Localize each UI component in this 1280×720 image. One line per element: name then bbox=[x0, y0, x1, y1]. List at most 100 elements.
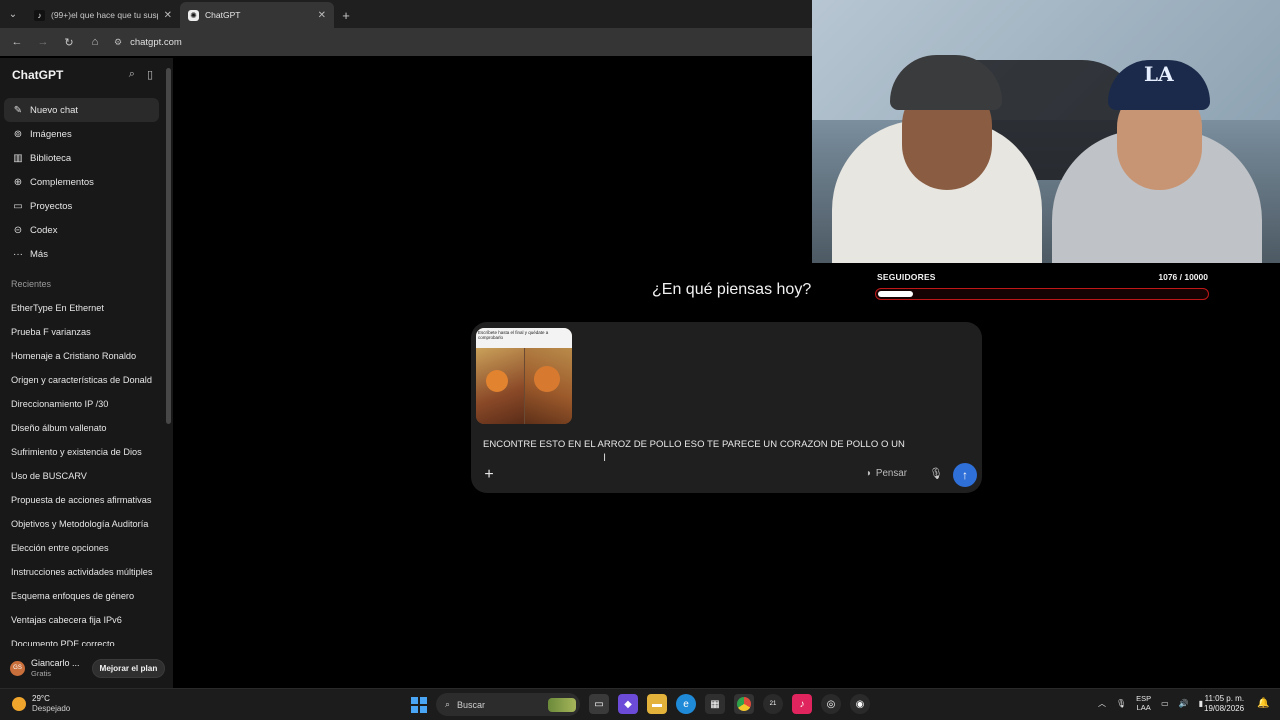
recent-chat-item[interactable]: Prueba F varianzas bbox=[11, 320, 153, 344]
followers-goal-widget: SEGUIDORES 1076 / 10000 bbox=[870, 270, 1212, 302]
recent-chat-item[interactable]: Propuesta de acciones afirmativas bbox=[11, 488, 153, 512]
account-plan: Gratis bbox=[31, 669, 52, 678]
taskbar: 29°C Despejado ⌕ Buscar ▭ ◆ ▬ e ▦ 21 ♪ ◎… bbox=[0, 688, 1280, 720]
file-explorer-icon[interactable]: ▬ bbox=[647, 694, 667, 714]
new-tab-button[interactable]: + bbox=[334, 2, 358, 28]
followers-progress-fill bbox=[878, 291, 913, 297]
recent-chat-item[interactable]: Sufrimiento y existencia de Dios bbox=[11, 440, 153, 464]
sidebar-item-images[interactable]: ⊚ Imágenes bbox=[4, 122, 159, 146]
image-icon: ⊚ bbox=[13, 128, 23, 140]
tab-title: ChatGPT bbox=[205, 10, 241, 20]
sidebar-scrollbar[interactable] bbox=[166, 68, 171, 424]
sidebar-item-more[interactable]: ··· Más bbox=[4, 242, 159, 266]
app-icon[interactable]: ◉ bbox=[850, 694, 870, 714]
search-icon[interactable]: ⌕ bbox=[129, 68, 135, 81]
edge-icon[interactable]: e bbox=[676, 694, 696, 714]
back-arrow-icon[interactable]: ← bbox=[6, 31, 28, 53]
recent-chat-item[interactable]: Documento PDF correcto bbox=[11, 632, 153, 646]
url-field[interactable]: ⚙ chatgpt.com bbox=[114, 37, 182, 48]
tiktok-icon[interactable]: ♪ bbox=[792, 694, 812, 714]
recent-chat-item[interactable]: Elección entre opciones bbox=[11, 536, 153, 560]
text-cursor-icon: I bbox=[603, 452, 607, 464]
battery-icon[interactable]: ▮ bbox=[1199, 699, 1203, 708]
recents-list: EtherType En Ethernet Prueba F varianzas… bbox=[11, 296, 153, 646]
recent-chat-item[interactable]: Objetivos y Metodología Auditoría bbox=[11, 512, 153, 536]
avatar[interactable]: GS bbox=[10, 660, 25, 676]
sidebar-item-apps[interactable]: ⊕ Complementos bbox=[4, 170, 159, 194]
composer[interactable]: Escríbete hasta el final y quédate a com… bbox=[471, 322, 982, 493]
tab-search-chevron-icon[interactable]: ⌄ bbox=[0, 0, 26, 28]
recent-chat-item[interactable]: Direccionamiento IP /30 bbox=[11, 392, 153, 416]
lightbulb-icon: ◑ bbox=[865, 468, 871, 479]
language-indicator[interactable]: ESP LAA bbox=[1136, 694, 1151, 712]
sidebar-item-projects[interactable]: ▭ Proyectos bbox=[4, 194, 159, 218]
recent-chat-item[interactable]: EtherType En Ethernet bbox=[11, 296, 153, 320]
upgrade-plan-button[interactable]: Mejorar el plan bbox=[91, 658, 166, 678]
sidebar-item-label: Nuevo chat bbox=[30, 104, 79, 116]
notification-bell-icon[interactable]: 🔔 bbox=[1257, 698, 1269, 709]
url-text: chatgpt.com bbox=[130, 36, 182, 48]
sun-icon bbox=[12, 696, 26, 711]
followers-progress-bar bbox=[875, 288, 1209, 300]
sidebar-item-new-chat[interactable]: ✎ Nuevo chat bbox=[4, 98, 159, 122]
library-icon: ▥ bbox=[13, 152, 23, 164]
attached-image-thumbnail[interactable]: Escríbete hasta el final y quédate a com… bbox=[476, 328, 572, 424]
add-attachment-button[interactable]: + bbox=[481, 465, 497, 485]
store-icon[interactable]: ▦ bbox=[705, 694, 725, 714]
network-icon[interactable]: ▭ bbox=[1161, 699, 1169, 708]
home-icon[interactable]: ⌂ bbox=[84, 31, 106, 53]
recent-chat-item[interactable]: Esquema enfoques de género bbox=[11, 584, 153, 608]
think-button[interactable]: ◑ Pensar bbox=[865, 468, 907, 479]
tiktok-icon: ♪ bbox=[34, 9, 45, 21]
search-highlight-icon bbox=[548, 697, 576, 712]
tab-tiktok[interactable]: ♪ (99+)el que hace que tu suspire ✕ bbox=[26, 2, 180, 28]
recent-chat-item[interactable]: Instrucciones actividades múltiples bbox=[11, 560, 153, 584]
clock-date: 19/08/2026 bbox=[1204, 704, 1245, 714]
account-section[interactable]: GS Giancarlo ... Gratis Mejorar el plan bbox=[0, 648, 173, 688]
brand-title[interactable]: ChatGPT bbox=[12, 68, 63, 82]
sidebar-toggle-icon[interactable]: ▯ bbox=[147, 68, 153, 81]
recent-chat-item[interactable]: Diseño álbum vallenato bbox=[11, 416, 153, 440]
close-tab-icon[interactable]: ✕ bbox=[164, 10, 172, 21]
close-tab-icon[interactable]: ✕ bbox=[318, 10, 326, 21]
obs-icon[interactable]: ◎ bbox=[821, 694, 841, 714]
volume-icon[interactable]: 🔊 bbox=[1179, 699, 1189, 708]
system-tray: ︿ 🎙 ESP LAA ▭ 🔊 ▮ bbox=[1098, 694, 1203, 712]
prompt-text[interactable]: ENCONTRE ESTO EN EL ARROZ DE POLLO ESO T… bbox=[483, 439, 905, 450]
windows-start-icon[interactable] bbox=[411, 697, 427, 713]
apps-icon: ⊕ bbox=[13, 176, 23, 188]
forward-arrow-icon[interactable]: → bbox=[32, 31, 54, 53]
page-title: ¿En qué piensas hoy? bbox=[652, 281, 812, 298]
tab-chatgpt[interactable]: ✺ ChatGPT ✕ bbox=[180, 2, 334, 28]
recent-chat-item[interactable]: Origen y características de Donald bbox=[11, 368, 153, 392]
recent-chat-item[interactable]: Ventajas cabecera fija IPv6 bbox=[11, 608, 153, 632]
sidebar-item-codex[interactable]: ⊝ Codex bbox=[4, 218, 159, 242]
search-icon: ⌕ bbox=[445, 699, 451, 709]
sidebar-item-label: Imágenes bbox=[30, 128, 72, 140]
microphone-icon[interactable]: 🎙 bbox=[1116, 699, 1126, 708]
whatsapp-icon[interactable]: 21 bbox=[763, 694, 783, 714]
clock[interactable]: 11:05 p. m. 19/08/2026 bbox=[1204, 694, 1244, 715]
chevron-up-icon[interactable]: ︿ bbox=[1098, 698, 1106, 709]
sidebar-item-label: Biblioteca bbox=[30, 152, 72, 164]
task-view-icon[interactable]: ▭ bbox=[589, 694, 609, 714]
chrome-icon[interactable] bbox=[734, 694, 754, 714]
recent-chat-item[interactable]: Homenaje a Cristiano Ronaldo bbox=[11, 344, 153, 368]
weather-temp: 29°C bbox=[32, 694, 50, 703]
recents-heading: Recientes bbox=[11, 279, 52, 289]
reload-icon[interactable]: ↻ bbox=[58, 31, 80, 53]
chatgpt-icon: ✺ bbox=[188, 9, 199, 21]
tab-title: (99+)el que hace que tu suspire bbox=[51, 10, 158, 20]
send-button[interactable]: ↑ bbox=[953, 463, 977, 487]
recent-chat-item[interactable]: Uso de BUSCARV bbox=[11, 464, 153, 488]
weather-widget[interactable]: 29°C Despejado bbox=[12, 694, 70, 713]
think-label: Pensar bbox=[875, 468, 907, 479]
taskbar-search[interactable]: ⌕ Buscar bbox=[436, 693, 580, 716]
sidebar-item-library[interactable]: ▥ Biblioteca bbox=[4, 146, 159, 170]
copilot-icon[interactable]: ◆ bbox=[618, 694, 638, 714]
microphone-icon[interactable]: 🎙 bbox=[929, 467, 943, 480]
sidebar: ChatGPT ⌕ ▯ ✎ Nuevo chat ⊚ Imágenes ▥ Bi… bbox=[0, 58, 173, 688]
taskbar-apps: ▭ ◆ ▬ e ▦ 21 ♪ ◎ ◉ bbox=[589, 694, 870, 714]
site-info-icon[interactable]: ⚙ bbox=[114, 37, 122, 48]
sidebar-item-label: Complementos bbox=[30, 176, 94, 188]
